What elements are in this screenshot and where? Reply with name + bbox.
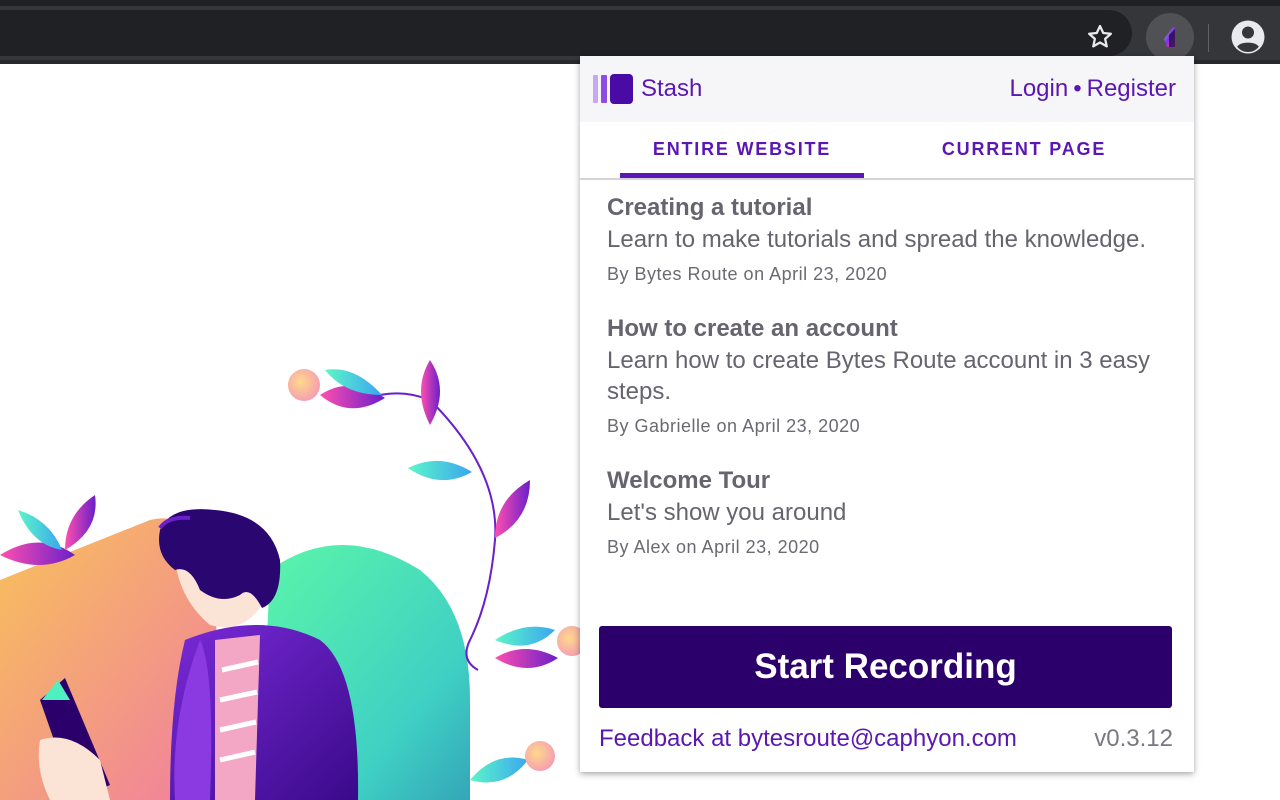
tutorial-title: Welcome Tour bbox=[607, 467, 771, 494]
active-tab-indicator bbox=[620, 173, 864, 178]
tutorial-description: Learn to make tutorials and spread the k… bbox=[607, 226, 1147, 253]
tutorial-item[interactable]: How to create an account Learn how to cr… bbox=[607, 314, 1172, 437]
tutorial-meta: By Alex on April 23, 2020 bbox=[607, 537, 820, 557]
toolbar-separator bbox=[1208, 24, 1209, 52]
stash-logo-icon bbox=[593, 74, 633, 104]
feedback-link[interactable]: Feedback at bytesroute@caphyon.com bbox=[599, 725, 1017, 753]
stash-popup: Stash Login • Register ENTIRE WEBSITE CURR… bbox=[580, 56, 1194, 772]
popup-header: Stash Login • Register bbox=[580, 56, 1194, 122]
address-bar[interactable] bbox=[0, 10, 1132, 56]
tab-current-page[interactable]: CURRENT PAGE bbox=[902, 122, 1146, 176]
stash-extension-icon bbox=[1164, 27, 1175, 47]
start-recording-button[interactable]: Start Recording bbox=[599, 626, 1172, 708]
tutorial-description: Let's show you around bbox=[607, 499, 847, 526]
star-icon[interactable] bbox=[1085, 22, 1115, 52]
stash-extension-button[interactable] bbox=[1146, 13, 1194, 61]
tab-entire-website[interactable]: ENTIRE WEBSITE bbox=[620, 122, 864, 176]
tutorial-description: Learn how to create Bytes Route account … bbox=[607, 347, 1150, 405]
tutorial-title: Creating a tutorial bbox=[607, 194, 813, 221]
brand-name: Stash bbox=[641, 75, 703, 102]
auth-separator: • bbox=[1073, 75, 1082, 102]
tutorial-item[interactable]: Welcome Tour Let's show you around By Al… bbox=[607, 466, 1172, 558]
person-with-phone-illustration bbox=[0, 360, 587, 800]
browser-toolbar bbox=[0, 6, 1280, 61]
register-link[interactable]: Register bbox=[1087, 75, 1176, 102]
tutorial-meta: By Gabrielle on April 23, 2020 bbox=[607, 416, 861, 436]
tutorial-title: How to create an account bbox=[607, 315, 898, 342]
auth-links: Login • Register bbox=[1009, 75, 1176, 103]
login-link[interactable]: Login bbox=[1009, 75, 1068, 102]
tutorial-item[interactable]: Creating a tutorial Learn to make tutori… bbox=[607, 193, 1172, 285]
scope-tabs: ENTIRE WEBSITE CURRENT PAGE bbox=[580, 122, 1194, 180]
account-circle-icon[interactable] bbox=[1230, 19, 1266, 55]
tutorial-meta: By Bytes Route on April 23, 2020 bbox=[607, 264, 888, 284]
version-label: v0.3.12 bbox=[1094, 725, 1173, 752]
